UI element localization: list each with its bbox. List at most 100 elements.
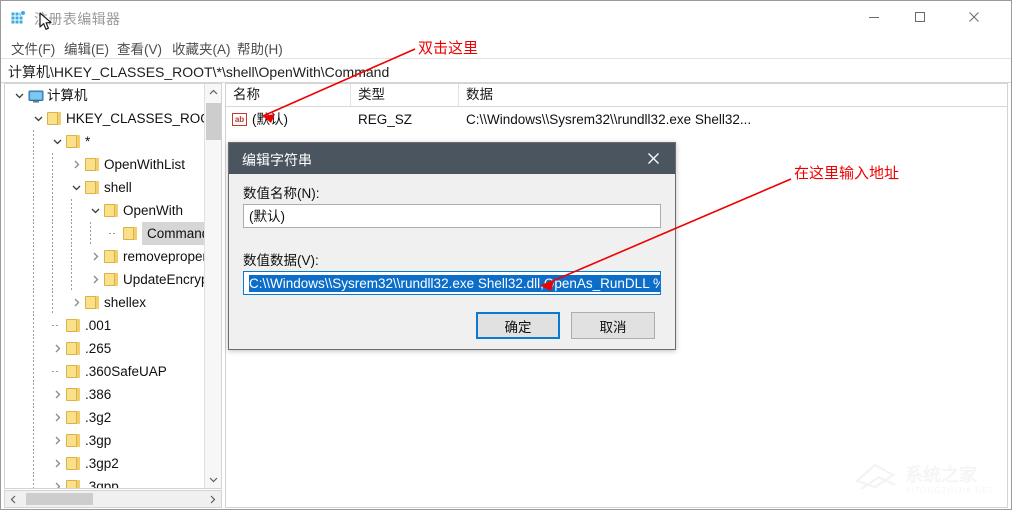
- chevron-down-icon[interactable]: [68, 176, 84, 199]
- tree-item-label: .360SafeUAP: [85, 364, 167, 379]
- tree-item-3gpp[interactable]: .3gpp: [5, 475, 205, 488]
- tree-guide-line: [52, 176, 53, 199]
- tree-item-3gp[interactable]: .3gp: [5, 429, 205, 452]
- minimize-icon: [869, 17, 879, 18]
- chevron-right-icon[interactable]: [49, 429, 65, 452]
- tree-item-hkeyclassesroot[interactable]: HKEY_CLASSES_ROOT: [5, 107, 219, 130]
- tree-item-3g2[interactable]: .3g2: [5, 406, 205, 429]
- value-data-input[interactable]: C:\\Windows\\Sysrem32\\rundll32.exe Shel…: [243, 271, 661, 295]
- registry-editor-window: 注册表编辑器 文件(F) 编辑(E) 查看(V) 收藏夹(A) 帮助(H) 计算…: [0, 0, 1012, 510]
- scroll-left-icon[interactable]: [5, 491, 22, 507]
- column-header-type[interactable]: 类型: [351, 84, 459, 106]
- ok-button[interactable]: 确定: [476, 312, 560, 339]
- tree-item-removepropertie[interactable]: removepropertie: [5, 245, 221, 268]
- svg-text:XITONGZHIJIA.NET: XITONGZHIJIA.NET: [905, 486, 994, 495]
- tree-item-openwithlist[interactable]: OpenWithList: [5, 153, 205, 176]
- tree-horizontal-scrollbar[interactable]: [4, 490, 222, 508]
- tree-guide-line: [33, 452, 34, 475]
- site-watermark: 系统之家 XITONGZHIJIA.NET: [853, 455, 1003, 503]
- tree-item-label: .3gp: [85, 433, 112, 448]
- tree-item-label: OpenWith: [123, 203, 184, 218]
- minimize-button[interactable]: [851, 1, 897, 33]
- computer-icon: [28, 88, 44, 103]
- tree-item-[interactable]: 计算机: [5, 84, 205, 107]
- tree-guide-line: [33, 291, 34, 314]
- tree-hscroll-thumb[interactable]: [26, 493, 93, 505]
- tree-item-360safeuap[interactable]: .360SafeUAP: [5, 360, 205, 383]
- menu-bar: 文件(F) 编辑(E) 查看(V) 收藏夹(A) 帮助(H): [1, 34, 1011, 57]
- scroll-right-icon[interactable]: [204, 491, 221, 507]
- tree-guide-line: [52, 153, 53, 176]
- chevron-right-icon[interactable]: [49, 383, 65, 406]
- value-data-input-text: C:\\Windows\\Sysrem32\\rundll32.exe Shel…: [249, 275, 660, 292]
- maximize-button[interactable]: [897, 1, 943, 33]
- folder-icon: [66, 388, 80, 401]
- tree-item-3gp2[interactable]: .3gp2: [5, 452, 205, 475]
- address-bar[interactable]: 计算机\HKEY_CLASSES_ROOT\*\shell\OpenWith\C…: [1, 58, 1011, 83]
- value-data: C:\\Windows\\Sysrem32\\rundll32.exe Shel…: [466, 112, 752, 127]
- column-header-data[interactable]: 数据: [459, 84, 1007, 106]
- tree-item-label: .001: [85, 318, 112, 333]
- tree-guide-line: [33, 268, 34, 291]
- menu-favorites[interactable]: 收藏夹(A): [169, 37, 234, 59]
- tree-item-label: *: [85, 134, 91, 149]
- scroll-down-icon[interactable]: [205, 471, 221, 488]
- chevron-right-icon[interactable]: [87, 268, 103, 291]
- registry-tree-pane[interactable]: 计算机 HKEY_CLASSES_ROOT * OpenWithList shell Op…: [4, 83, 222, 489]
- maximize-icon: [915, 12, 925, 22]
- string-value-icon: ab: [232, 113, 247, 126]
- chevron-down-icon[interactable]: [49, 130, 65, 153]
- tree-item-openwith[interactable]: OpenWith: [5, 199, 205, 222]
- chevron-right-icon[interactable]: [68, 291, 84, 314]
- dialog-body: 数值名称(N): (默认) 数值数据(V): C:\\Windows\\Sysr…: [229, 174, 675, 349]
- chevron-right-icon[interactable]: [87, 245, 103, 268]
- chevron-right-icon[interactable]: [68, 153, 84, 176]
- folder-icon: [66, 434, 80, 447]
- menu-edit[interactable]: 编辑(E): [61, 37, 112, 59]
- chevron-down-icon[interactable]: [11, 84, 27, 107]
- folder-icon: [47, 112, 61, 125]
- tree-item-386[interactable]: .386: [5, 383, 205, 406]
- tree-item-updateencryptio[interactable]: UpdateEncryptio: [5, 268, 221, 291]
- chevron-right-icon[interactable]: [49, 475, 65, 488]
- tree-guide-line: [33, 429, 34, 452]
- column-header-name[interactable]: 名称: [226, 84, 351, 106]
- chevron-right-icon[interactable]: [49, 406, 65, 429]
- chevron-right-icon[interactable]: [49, 452, 65, 475]
- tree-item-command[interactable]: Command: [5, 222, 215, 245]
- dialog-close-button[interactable]: [631, 143, 675, 174]
- tree-item-shellex[interactable]: shellex: [5, 291, 205, 314]
- chevron-right-icon[interactable]: [49, 337, 65, 360]
- folder-icon: [66, 319, 80, 332]
- tree-guide-line: [33, 130, 34, 153]
- tree-item-shell[interactable]: shell: [5, 176, 205, 199]
- tree-item-label: .3gp2: [85, 456, 119, 471]
- chevron-down-icon[interactable]: [87, 199, 103, 222]
- tree-item-[interactable]: *: [5, 130, 205, 153]
- scroll-up-icon[interactable]: [205, 84, 221, 101]
- tree-item-265[interactable]: .265: [5, 337, 205, 360]
- tree-guide-line: [52, 245, 53, 268]
- table-row[interactable]: ab (默认) REG_SZ C:\\Windows\\Sysrem32\\ru…: [226, 109, 1007, 130]
- tree-item-label: .265: [85, 341, 112, 356]
- close-button[interactable]: [951, 1, 997, 33]
- value-name-input[interactable]: (默认): [243, 204, 661, 228]
- tree-guide-line: [52, 199, 53, 222]
- tree-scrollbar-thumb[interactable]: [206, 103, 221, 140]
- tree-item-label: HKEY_CLASSES_ROOT: [66, 111, 220, 126]
- menu-file[interactable]: 文件(F): [8, 37, 58, 59]
- tree-guide-line: [33, 314, 34, 337]
- tree-vertical-scrollbar[interactable]: [204, 84, 221, 488]
- value-type: REG_SZ: [358, 112, 413, 127]
- mouse-cursor-icon: [39, 12, 52, 30]
- tree-item-001[interactable]: .001: [5, 314, 205, 337]
- menu-view[interactable]: 查看(V): [114, 37, 165, 59]
- cancel-button[interactable]: 取消: [571, 312, 655, 339]
- menu-help[interactable]: 帮助(H): [234, 37, 286, 59]
- chevron-down-icon[interactable]: [30, 107, 46, 130]
- tree-guide-line: [33, 406, 34, 429]
- folder-icon: [104, 250, 118, 263]
- folder-icon: [66, 135, 80, 148]
- tree-guide-line: [52, 268, 53, 291]
- folder-icon: [123, 227, 137, 240]
